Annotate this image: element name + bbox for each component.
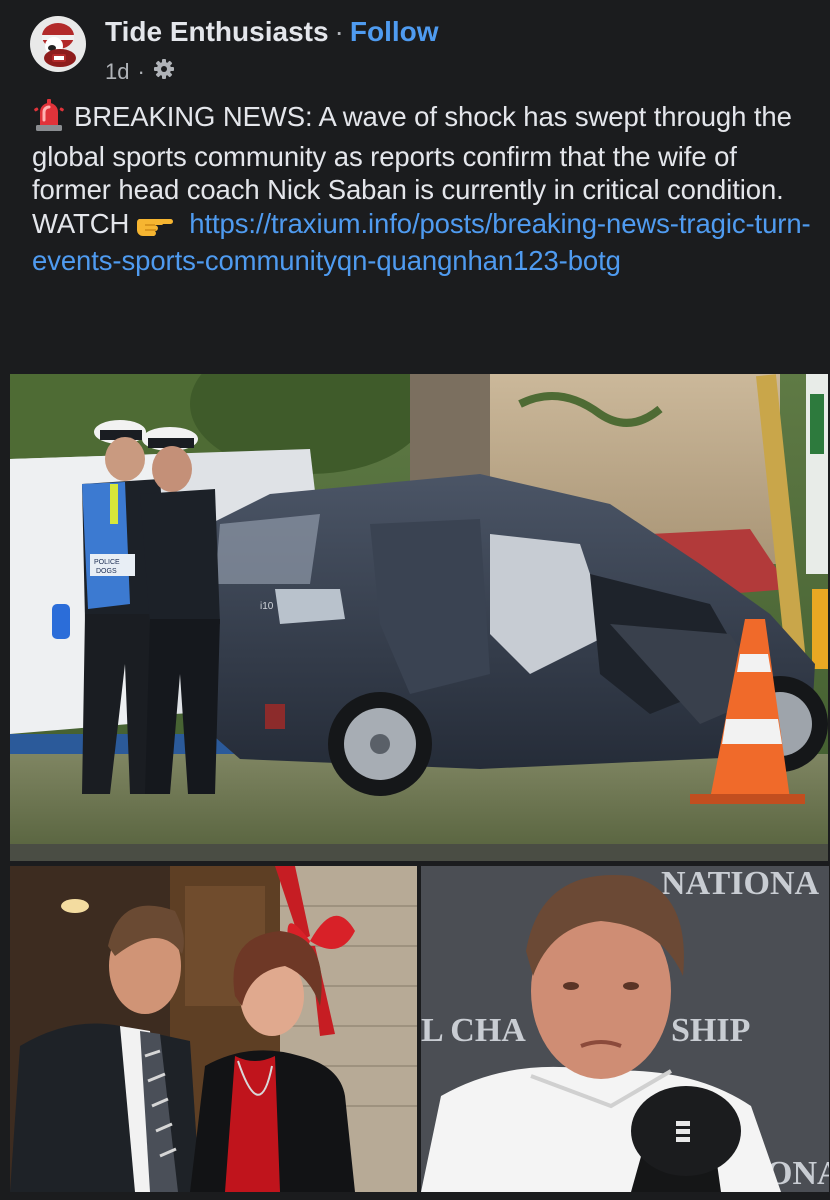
crash-scene-photo[interactable]: i10 POLICE DOGS — [10, 374, 828, 861]
car-badge: i10 — [260, 601, 274, 612]
vest-text-1: POLICE — [94, 559, 120, 566]
backdrop-text-3: SHIP — [671, 1012, 750, 1049]
backdrop-text-2: L CHA — [421, 1012, 526, 1049]
gear-icon[interactable] — [153, 58, 175, 86]
couple-photo[interactable] — [10, 866, 417, 1192]
follow-button[interactable]: Follow — [350, 16, 439, 47]
post-meta: 1d · — [105, 58, 175, 86]
post-header: Tide Enthusiasts · Follow 1d · — [0, 0, 830, 95]
post-message: BREAKING NEWS: A wave of shock has swept… — [32, 101, 792, 205]
police-light-icon — [32, 98, 66, 140]
vest-text-2: DOGS — [96, 568, 117, 575]
page-name-line: Tide Enthusiasts · Follow — [105, 16, 439, 48]
name-separator: · — [334, 16, 344, 47]
backdrop-text-1: NATIONA — [661, 866, 819, 902]
post-time[interactable]: 1d — [105, 59, 129, 85]
page-avatar[interactable] — [30, 16, 86, 72]
pointing-right-icon — [135, 211, 175, 245]
meta-separator: · — [137, 59, 145, 84]
post-text: BREAKING NEWS: A wave of shock has swept… — [32, 98, 812, 278]
page-name[interactable]: Tide Enthusiasts — [105, 16, 329, 47]
coach-press-photo[interactable]: NATIONA L CHA SHIP ONA — [421, 866, 829, 1192]
watch-label: WATCH — [32, 207, 130, 239]
